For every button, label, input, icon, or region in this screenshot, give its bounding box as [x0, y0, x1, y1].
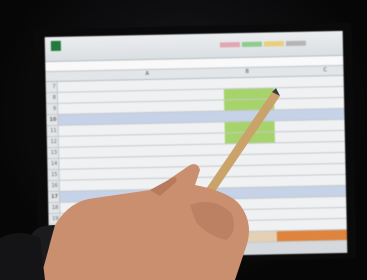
photo-scene: A B C 789101112131415161718192021: [0, 0, 367, 280]
hand-with-pen-overlay: [0, 88, 280, 280]
sleeve: [0, 233, 45, 280]
